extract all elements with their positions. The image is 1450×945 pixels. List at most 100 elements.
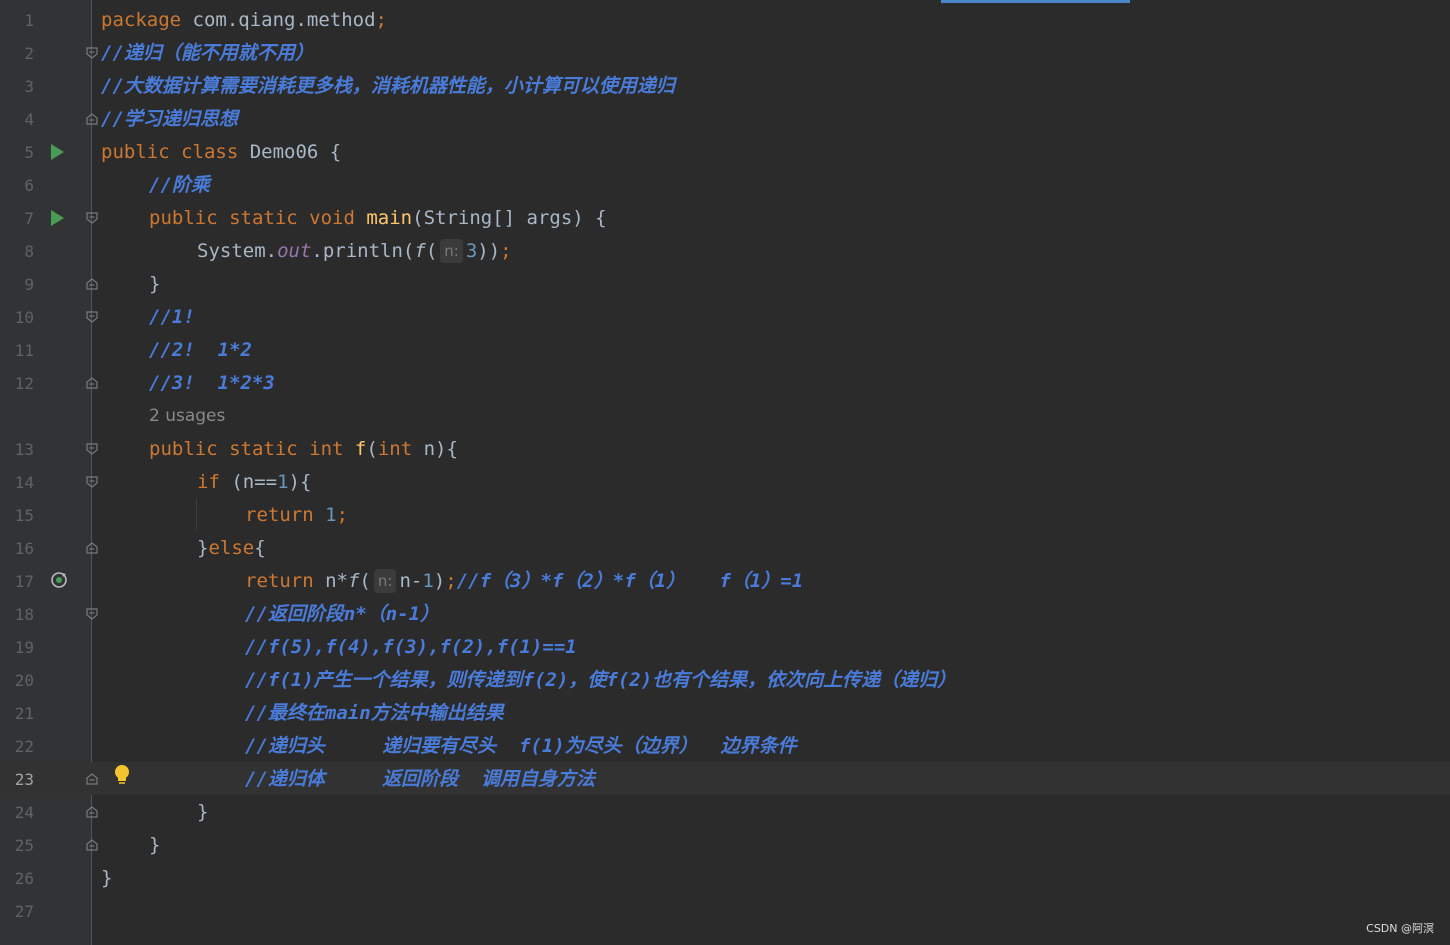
code-text: n* [313,570,348,592]
number: 1 [277,471,289,493]
line-number[interactable]: 11 [0,334,34,367]
code-text: com.qiang.method [181,9,376,31]
watermark: CSDN @阿溟 [1366,922,1434,935]
code-line[interactable]: public static int f(int n){ [149,433,458,466]
fold-marker-icon[interactable] [86,839,98,851]
doc-comment[interactable]: //f(1)产生一个结果，则传递到f(2)，使f(2)也有个结果，依次向上传递（… [245,664,956,697]
line-number[interactable]: 3 [0,70,34,103]
line-number[interactable]: 27 [0,895,34,928]
code-text: )) [477,240,501,262]
semicolon: ; [336,504,348,526]
line-number[interactable]: 19 [0,631,34,664]
fold-marker-icon[interactable] [86,443,98,455]
current-line-highlight [0,762,1450,795]
fold-marker-icon[interactable] [86,212,98,224]
line-number[interactable]: 8 [0,235,34,268]
doc-comment[interactable]: //大数据计算需要消耗更多栈，消耗机器性能，小计算可以使用递归 [101,70,675,103]
code-line[interactable]: System.out.println(f(n: 3)); [197,235,512,268]
code-text: { [254,537,266,559]
keyword: package [101,9,182,31]
line-number[interactable]: 12 [0,367,34,400]
code-line[interactable]: } [149,268,160,301]
fold-marker-icon[interactable] [86,113,98,125]
doc-comment[interactable]: //1! [149,301,195,334]
code-line[interactable]: return n*f(n: n-1);//f（3）*f（2）*f（1） f（1）=… [245,565,803,598]
fold-marker-icon[interactable] [86,476,98,488]
fold-marker-icon[interactable] [86,278,98,290]
line-number[interactable]: 4 [0,103,34,136]
method-name: f [354,438,367,460]
line-number[interactable]: 14 [0,466,34,499]
doc-comment[interactable]: //递归体 返回阶段 调用自身方法 [245,763,595,796]
usages-hint[interactable]: 2 usages [149,400,225,433]
line-number[interactable]: 18 [0,598,34,631]
line-number[interactable]: 2 [0,37,34,70]
run-icon[interactable] [51,144,64,160]
code-line[interactable]: } [101,862,112,895]
line-number[interactable]: 21 [0,697,34,730]
number: 1 [325,504,337,526]
line-number[interactable]: 22 [0,730,34,763]
code-text: Demo06 { [238,141,342,163]
doc-comment[interactable]: //递归（能不用就不用） [101,37,314,70]
doc-comment[interactable]: //递归头 递归要有尽头 f(1)为尽头（边界） 边界条件 [245,730,797,763]
indent-guide [196,498,197,531]
line-number[interactable]: 15 [0,499,34,532]
line-number[interactable]: 17 [0,565,34,598]
line-number[interactable]: 9 [0,268,34,301]
recursive-call-icon[interactable] [50,571,68,589]
method-call: f [414,240,426,262]
keyword: else [208,537,255,559]
line-number[interactable]: 6 [0,169,34,202]
doc-comment[interactable]: //返回阶段n*（n-1） [245,598,439,631]
line-number[interactable]: 10 [0,301,34,334]
line-number[interactable]: 1 [0,4,34,37]
doc-comment[interactable]: //3! 1*2*3 [149,367,275,400]
code-line[interactable]: public static void main(String[] args) { [149,202,607,235]
code-line[interactable]: if (n==1){ [197,466,311,499]
code-text: ( [366,438,378,460]
doc-comment[interactable]: //最终在main方法中输出结果 [245,697,504,730]
doc-comment[interactable]: //f(5),f(4),f(3),f(2),f(1)==1 [245,631,577,664]
keyword: return [245,504,314,526]
fold-marker-icon[interactable] [86,47,98,59]
semicolon: ; [445,570,457,592]
code-editor[interactable]: 1 2 3 4 5 6 7 8 9 10 11 12 13 14 15 16 1… [0,0,1450,945]
line-number[interactable]: 26 [0,862,34,895]
scroll-indicator [941,0,1130,3]
fold-marker-icon[interactable] [86,806,98,818]
fold-marker-icon[interactable] [86,608,98,620]
line-number[interactable]: 5 [0,136,34,169]
semicolon: ; [500,240,512,262]
line-number[interactable]: 7 [0,202,34,235]
code-line[interactable]: package com.qiang.method; [101,4,387,37]
line-number-current[interactable]: 23 [0,763,34,796]
code-line[interactable]: } [197,796,208,829]
inlay-hint: n: [440,239,463,263]
code-line[interactable]: public class Demo06 { [101,136,341,169]
line-number[interactable]: 13 [0,433,34,466]
keyword: public static void [149,207,355,229]
intention-bulb-icon[interactable] [112,763,132,787]
number: 3 [465,240,478,262]
doc-comment[interactable]: //2! 1*2 [149,334,252,367]
method-name: main [366,207,413,229]
fold-marker-icon[interactable] [86,542,98,554]
code-text: .println( [311,240,415,262]
doc-comment[interactable]: //学习递归思想 [101,103,238,136]
code-text: } [197,537,209,559]
line-number[interactable]: 25 [0,829,34,862]
line-number[interactable]: 24 [0,796,34,829]
method-call: f [347,570,360,592]
run-icon[interactable] [51,210,64,226]
code-line[interactable]: } [149,829,160,862]
code-line[interactable]: }else{ [197,532,266,565]
line-number[interactable]: 20 [0,664,34,697]
doc-comment[interactable]: //阶乘 [149,169,210,202]
fold-marker-icon[interactable] [86,773,98,785]
code-line[interactable]: return 1; [245,499,348,532]
fold-marker-icon[interactable] [86,377,98,389]
keyword: int [377,438,413,460]
fold-marker-icon[interactable] [86,311,98,323]
line-number[interactable]: 16 [0,532,34,565]
